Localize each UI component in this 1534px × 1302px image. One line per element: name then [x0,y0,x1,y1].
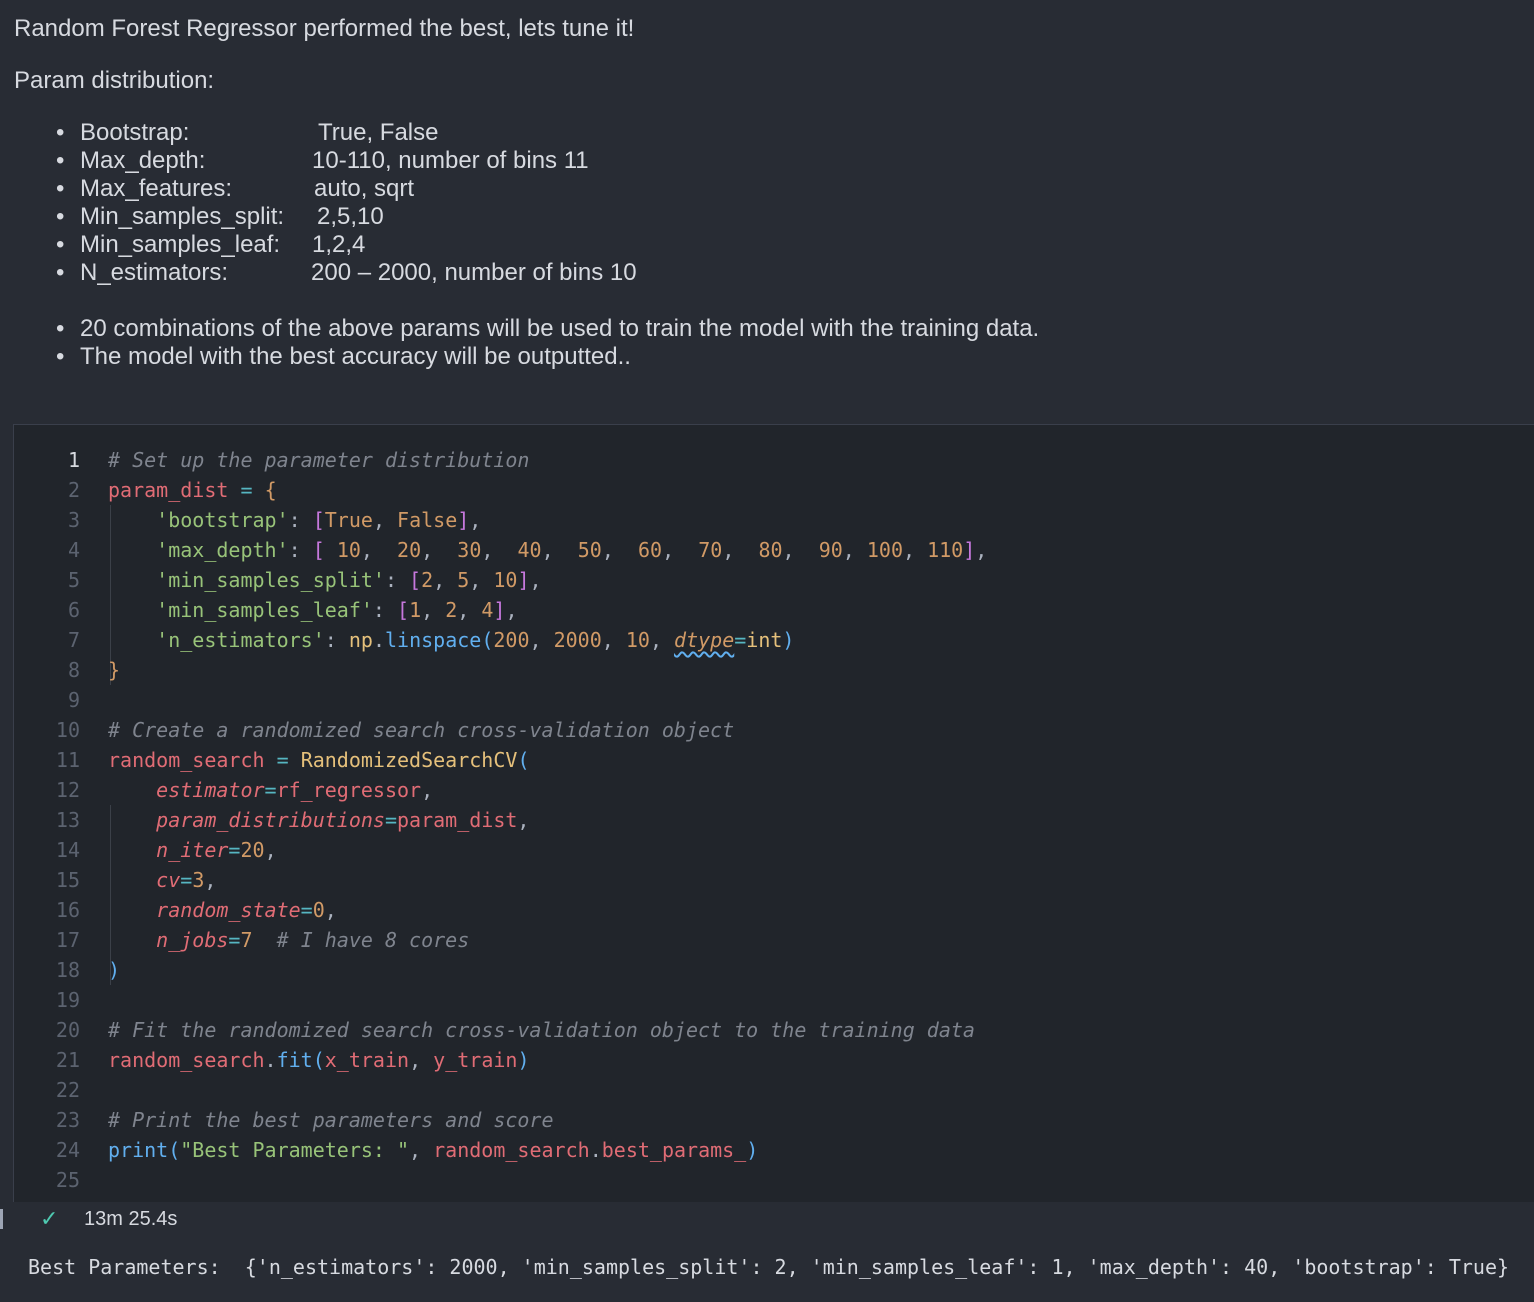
bullet: • [56,231,65,258]
line-number: 24 [55,1138,80,1162]
bullet: • [56,343,65,370]
param-key: Max_features: [80,175,233,202]
bullet: • [56,259,65,286]
code-line[interactable]: 'max_depth': [ 10, 20, 30, 40, 50, 60, 7… [108,535,987,565]
code-line[interactable]: random_state=0, [108,895,337,925]
param-key: Min_samples_split: [80,203,285,230]
param-distribution-title: Param distribution: [14,67,215,94]
code-cell[interactable]: 1 # Set up the parameter distribution 2 par… [13,424,1534,1202]
line-number: 12 [55,778,80,802]
bullet: • [56,203,65,230]
line-number: 23 [55,1108,80,1132]
line-number: 15 [55,868,80,892]
note-text: The model with the best accuracy will be… [80,343,631,370]
line-number: 2 [67,478,80,502]
param-key: Max_depth: [80,147,206,174]
line-number: 17 [55,928,80,952]
line-number: 11 [55,748,80,772]
bullet: • [56,147,65,174]
code-line[interactable]: # Set up the parameter distribution [108,445,529,475]
bullet: • [56,315,65,342]
code-line[interactable]: cv=3, [108,865,216,895]
line-number: 13 [55,808,80,832]
param-value: True, False [318,119,439,146]
code-line[interactable]: random_search.fit(x_train, y_train) [108,1045,530,1075]
check-icon: ✓ [40,1206,59,1231]
line-number: 9 [67,688,80,712]
code-line[interactable]: param_dist = { [108,475,277,505]
bullet: • [56,119,65,146]
note-text: 20 combinations of the above params will… [80,315,1040,342]
line-number: 7 [67,628,80,652]
line-number: 25 [55,1168,80,1192]
cell-focus-bar [0,1209,3,1229]
code-line[interactable]: # Fit the randomized search cross-valida… [108,1015,975,1045]
line-number: 8 [67,658,80,682]
line-number: 16 [55,898,80,922]
param-value: 2,5,10 [317,203,384,230]
code-line[interactable]: n_iter=20, [108,835,276,865]
code-line[interactable]: # Create a randomized search cross-valid… [108,715,734,745]
line-number: 14 [55,838,80,862]
param-value: 10-110, number of bins 11 [312,147,589,174]
code-line[interactable]: ) [108,955,120,985]
cell-output: Best Parameters: {'n_estimators': 2000, … [0,1237,1534,1302]
execution-duration: 13m 25.4s [84,1208,178,1230]
code-line[interactable]: 'n_estimators': np.linspace(200, 2000, 1… [108,625,794,655]
param-key: Bootstrap: [80,119,190,146]
code-line[interactable]: n_jobs=7 # I have 8 cores [108,925,469,955]
param-key: N_estimators: [80,259,229,286]
line-number: 3 [67,508,80,532]
line-number: 21 [55,1048,80,1072]
line-number: 20 [55,1018,80,1042]
line-number: 22 [55,1078,80,1102]
line-number: 1 [67,448,80,472]
code-line[interactable]: param_distributions=param_dist, [108,805,529,835]
line-number: 19 [55,988,80,1012]
code-line[interactable]: 'min_samples_leaf': [1, 2, 4], [108,595,517,625]
param-key: Min_samples_leaf: [80,231,281,258]
code-line[interactable]: 'bootstrap': [True, False], [108,505,481,535]
code-line[interactable]: 'min_samples_split': [2, 5, 10], [108,565,541,595]
code-line[interactable]: estimator=rf_regressor, [108,775,433,805]
code-line[interactable]: # Print the best parameters and score [108,1105,554,1135]
line-number: 18 [55,958,80,982]
line-number: 4 [67,538,80,562]
line-number: 6 [67,598,80,622]
markdown-heading: Random Forest Regressor performed the be… [14,15,635,42]
line-number: 10 [55,718,80,742]
bullet: • [56,175,65,202]
param-value: auto, sqrt [314,175,415,202]
param-value: 200 – 2000, number of bins 10 [311,259,637,286]
code-line[interactable]: random_search = RandomizedSearchCV( [108,745,529,775]
line-number: 5 [67,568,80,592]
code-line[interactable]: } [108,655,120,685]
code-line[interactable]: print("Best Parameters: ", random_search… [108,1135,758,1165]
output-text: Best Parameters: {'n_estimators': 2000, … [28,1255,1510,1279]
execution-status: ✓ 13m 25.4s [0,1205,600,1233]
param-value: 1,2,4 [312,231,366,258]
